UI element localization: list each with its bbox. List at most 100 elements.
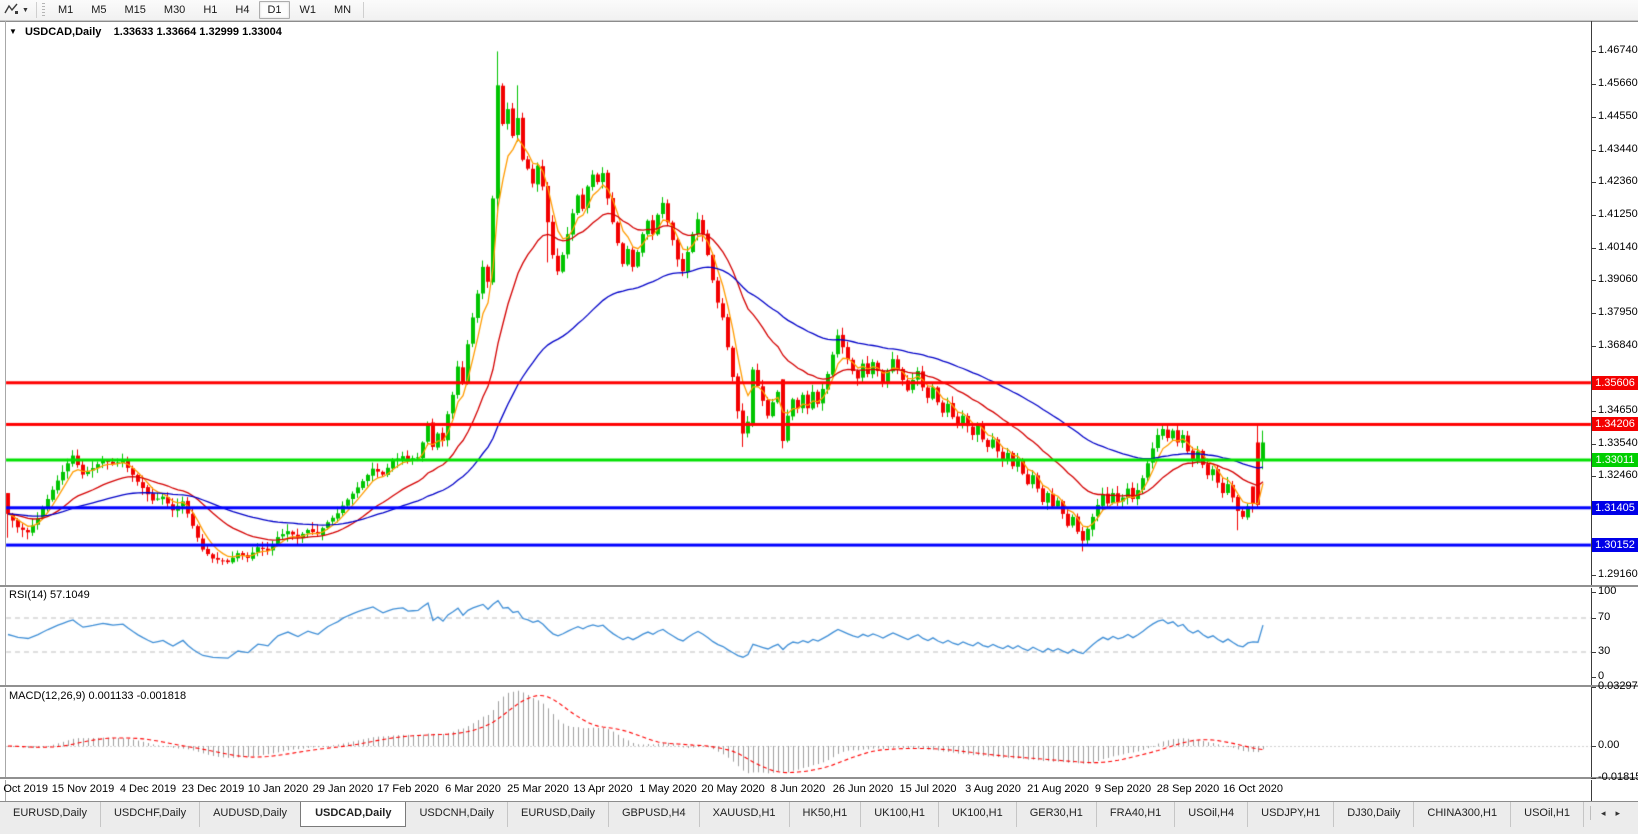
price-axis-tick-label: 1.46740: [1598, 44, 1638, 56]
rsi-axis-tick: [1591, 592, 1596, 593]
price-axis-tick-label: 1.40140: [1598, 241, 1638, 253]
chart-tab-dj30-daily[interactable]: DJ30,Daily: [1334, 802, 1415, 827]
macd-axis-label: -0.018154: [1598, 771, 1638, 783]
chart-tab-china300-h1[interactable]: CHINA300,H1: [1414, 802, 1512, 827]
chart-tab-usdchf-daily[interactable]: USDCHF,Daily: [101, 802, 201, 827]
date-axis-label: 26 Jun 2020: [832, 783, 894, 795]
date-axis-label: 20 May 2020: [701, 783, 765, 795]
toolbar-drag-handle[interactable]: [41, 3, 45, 17]
price-axis-tick-label: 1.39060: [1598, 273, 1638, 285]
price-axis-tick: [1591, 313, 1596, 314]
rsi-pane-divider[interactable]: [0, 585, 1638, 588]
price-axis-tick: [1591, 346, 1596, 347]
price-axis-tick: [1591, 280, 1596, 281]
price-axis-tick: [1591, 444, 1596, 445]
chart-tab-uk100-h1[interactable]: UK100,H1: [861, 802, 939, 827]
chart-tab-usoil-h4[interactable]: USOil,H4: [1175, 802, 1249, 827]
timeframe-button-m5[interactable]: M5: [83, 1, 114, 19]
chart-tab-gbpusd-h4[interactable]: GBPUSD,H4: [609, 802, 700, 827]
chart-tab-uk100-h1[interactable]: UK100,H1: [939, 802, 1017, 827]
macd-axis-tick: [1591, 778, 1596, 779]
price-axis-tick-label: 1.36840: [1598, 339, 1638, 351]
timeframe-button-m15[interactable]: M15: [117, 1, 154, 19]
chart-window-border: [0, 21, 1638, 22]
date-axis-label: 10 Jan 2020: [247, 783, 309, 795]
date-axis-label: 6 Mar 2020: [445, 783, 501, 795]
date-axis-label: 3 Aug 2020: [965, 783, 1021, 795]
tab-arrows-separator: [1589, 806, 1591, 820]
macd-pane-divider[interactable]: [0, 685, 1638, 688]
chart-canvas[interactable]: [0, 0, 1638, 833]
macd-axis-label: 0.032972: [1598, 680, 1638, 692]
date-axis-divider: [0, 777, 1638, 780]
price-axis-tick: [1591, 182, 1596, 183]
toolbar-separator: [35, 2, 37, 18]
date-axis-label: 9 Sep 2020: [1094, 783, 1152, 795]
date-axis-label: 25 Mar 2020: [507, 783, 569, 795]
chart-title: ▼ USDCAD,Daily 1.33633 1.33664 1.32999 1…: [9, 26, 282, 38]
price-level-badge: 1.33011: [1592, 453, 1638, 467]
timeframe-button-h1[interactable]: H1: [195, 1, 225, 19]
date-axis-label: 16 Oct 2020: [1223, 783, 1283, 795]
chart-tab-eurusd-daily[interactable]: EURUSD,Daily: [0, 802, 101, 827]
symbol-period-label: USDCAD,Daily: [24, 26, 102, 38]
timeframe-button-m1[interactable]: M1: [50, 1, 81, 19]
price-axis-tick: [1591, 476, 1596, 477]
chart-tab-eurusd-daily[interactable]: EURUSD,Daily: [508, 802, 609, 827]
date-axis-label: 1 May 2020: [639, 783, 697, 795]
price-level-badge: 1.31405: [1592, 501, 1638, 515]
rsi-value: 57.1049: [49, 589, 90, 601]
collapse-triangle-icon[interactable]: ▼: [9, 27, 17, 36]
date-axis-label: 28 Sep 2020: [1156, 783, 1220, 795]
rsi-axis-tick: [1591, 618, 1596, 619]
timeframe-button-mn[interactable]: MN: [326, 1, 359, 19]
price-axis-tick-label: 1.34650: [1598, 404, 1638, 416]
macd-values: 0.001133 -0.001818: [88, 690, 187, 702]
tabs-scroll-right-button[interactable]: ▸: [1611, 807, 1626, 820]
price-axis-tick: [1591, 117, 1596, 118]
price-axis-tick-label: 1.29160: [1598, 568, 1638, 580]
symbol-tab-bar: EURUSD,Daily USDCHF,Daily AUDUSD,Daily USDC…: [0, 801, 1638, 834]
date-axis-label: 15 Jul 2020: [899, 783, 957, 795]
macd-axis-label: 0.00: [1598, 739, 1620, 751]
top-toolbar: ▼ M1 M5 M15 M30 H1 H4 D1 W1 MN: [0, 0, 1638, 21]
rsi-axis-tick: [1591, 652, 1596, 653]
date-axis-label: 15 Nov 2019: [51, 783, 115, 795]
price-axis-tick-label: 1.33540: [1598, 437, 1638, 449]
chart-line-tool-icon: [4, 2, 19, 18]
date-axis-label: 23 Dec 2019: [181, 783, 245, 795]
chart-tab-audusd-daily[interactable]: AUDUSD,Daily: [200, 802, 302, 827]
date-axis-label: 4 Dec 2019: [119, 783, 177, 795]
chart-tab-xauusd-h1[interactable]: XAUUSD,H1: [700, 802, 790, 827]
price-axis-tick-label: 1.43440: [1598, 143, 1638, 155]
chart-tab-ger30-h1[interactable]: GER30,H1: [1017, 802, 1097, 827]
price-level-badge: 1.35606: [1592, 376, 1638, 390]
chart-tool-button[interactable]: ▼: [0, 0, 33, 20]
timeframe-button-m30[interactable]: M30: [156, 1, 193, 19]
chart-tab-usdcad-daily[interactable]: USDCAD,Daily: [300, 802, 407, 827]
timeframe-button-w1[interactable]: W1: [292, 1, 325, 19]
chart-tab-usdjpy-h1[interactable]: USDJPY,H1: [1248, 802, 1335, 827]
date-axis-label: 8 Jun 2020: [770, 783, 826, 795]
price-axis-tick-label: 1.44550: [1598, 110, 1638, 122]
chart-tab-usoil-h1[interactable]: USOil,H1: [1511, 802, 1584, 827]
macd-label: MACD(12,26,9) 0.001133 -0.001818: [9, 690, 187, 702]
chart-tab-hk50-h1[interactable]: HK50,H1: [790, 802, 862, 827]
price-axis-tick: [1591, 575, 1596, 576]
macd-axis-tick: [1591, 746, 1596, 747]
chart-window-border: [5, 21, 6, 801]
timeframe-button-d1[interactable]: D1: [259, 1, 290, 19]
tabs-scroll-left-button[interactable]: ◂: [1596, 807, 1611, 820]
macd-axis-tick: [1591, 687, 1596, 688]
price-axis-tick: [1591, 248, 1596, 249]
rsi-axis-tick: [1591, 677, 1596, 678]
toolbar-separator: [363, 2, 365, 18]
price-axis-tick-label: 1.32460: [1598, 469, 1638, 481]
chart-tab-fra40-h1[interactable]: FRA40,H1: [1097, 802, 1176, 827]
timeframe-button-h4[interactable]: H4: [227, 1, 257, 19]
price-axis-tick: [1591, 51, 1596, 52]
date-axis-label: 17 Feb 2020: [377, 783, 439, 795]
chart-tab-usdcnh-daily[interactable]: USDCNH,Daily: [406, 802, 509, 827]
date-axis-label: 29 Jan 2020: [312, 783, 374, 795]
price-level-badge: 1.30152: [1592, 538, 1638, 552]
